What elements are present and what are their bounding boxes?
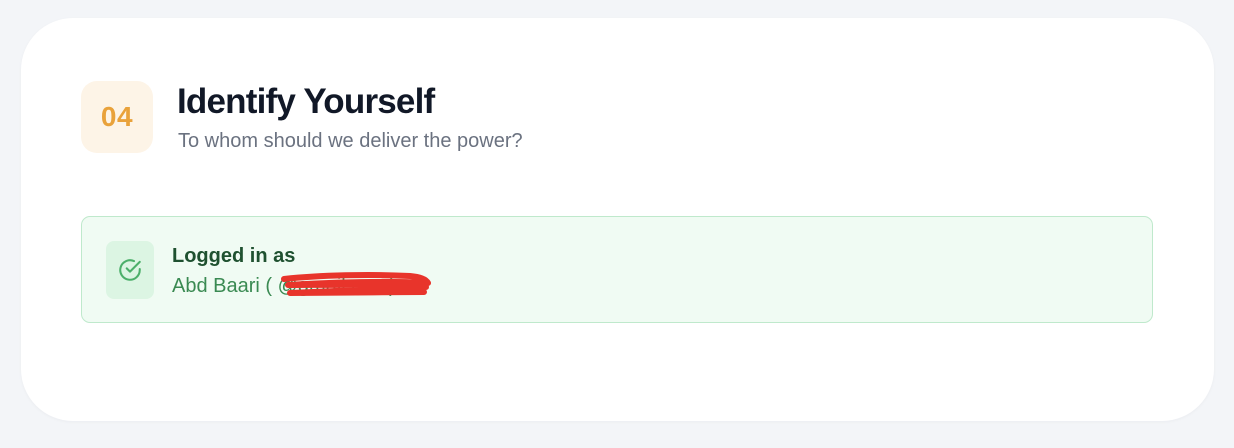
step-subtitle: To whom should we deliver the power? [178, 130, 523, 152]
logged-in-label: Logged in as [172, 245, 296, 267]
check-circle-icon [106, 241, 154, 299]
step-title: Identify Yourself [177, 82, 435, 121]
step-number-badge: 04 [81, 81, 153, 153]
logged-in-user: Abd Baari ( @gmail.com) [172, 275, 396, 297]
identify-step-card: 04 Identify Yourself To whom should we d… [21, 18, 1214, 421]
logged-in-status-box: Logged in as Abd Baari ( @gmail.com) [81, 216, 1153, 323]
step-number: 04 [100, 101, 134, 132]
